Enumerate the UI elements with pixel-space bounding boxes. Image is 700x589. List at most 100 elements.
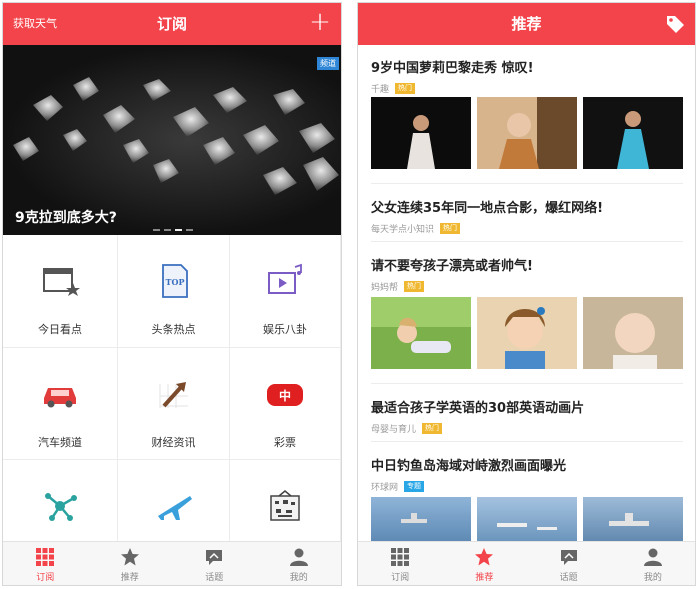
tag-icon[interactable] <box>665 14 685 34</box>
article-thumbnails[interactable] <box>371 297 683 369</box>
top-bar: 获取天气 订阅 + <box>3 3 341 45</box>
article-title[interactable]: 9岁中国萝莉巴黎走秀 惊叹! <box>371 57 683 76</box>
trend-arrow-icon <box>159 382 188 408</box>
article-card[interactable]: 请不要夸孩子漂亮或者帅气! 妈妈帮 热门 <box>371 255 683 293</box>
user-icon <box>289 548 308 566</box>
article-meta: 每天学点小知识 热门 <box>371 222 683 235</box>
article-title[interactable]: 请不要夸孩子漂亮或者帅气! <box>371 255 683 274</box>
thumbnail-image[interactable] <box>477 497 577 543</box>
chat-icon <box>206 550 223 565</box>
subscribe-screen: 获取天气 订阅 + 频道 9克拉到底多大? 今日看点 TOP 头条热点 娱乐八卦… <box>2 2 342 586</box>
article-meta: 妈妈帮 热门 <box>371 280 683 293</box>
channel-entertainment[interactable]: 娱乐八卦 <box>230 235 341 348</box>
tab-topics[interactable]: 话题 <box>527 542 611 585</box>
plus-icon[interactable]: + <box>307 7 333 37</box>
tab-recommend[interactable]: 推荐 <box>442 542 526 585</box>
banner-carousel[interactable]: 频道 9克拉到底多大? <box>3 45 341 235</box>
article-thumbnails[interactable] <box>371 497 683 543</box>
article-source: 妈妈帮 <box>371 282 399 293</box>
channel-label: 彩票 <box>274 436 296 449</box>
car-icon <box>44 388 76 408</box>
article-meta: 母婴与育儿 热门 <box>371 422 683 435</box>
page-title: 推荐 <box>511 15 542 33</box>
bottom-tab-bar: 订阅 推荐 话题 我的 <box>358 541 695 585</box>
grid-icon <box>36 548 55 566</box>
thumbnail-image[interactable] <box>371 97 471 169</box>
channel-auto[interactable]: 汽车频道 <box>3 348 118 460</box>
article-source: 母婴与育儿 <box>371 424 417 435</box>
article-source: 千趣 <box>371 84 390 95</box>
calendar-star-icon <box>43 268 80 296</box>
article-card[interactable]: 9岁中国萝莉巴黎走秀 惊叹! 千趣 热门 <box>371 57 683 95</box>
divider <box>371 183 683 184</box>
grid-icon <box>391 548 410 566</box>
article-title[interactable]: 中日钓鱼岛海域对峙激烈画面曝光 <box>371 455 683 474</box>
tab-profile[interactable]: 我的 <box>611 542 695 585</box>
thumbnail-image[interactable] <box>371 297 471 369</box>
channel-travel[interactable] <box>118 460 230 545</box>
hot-badge: 热门 <box>422 422 443 434</box>
channel-label: 娱乐八卦 <box>263 323 307 336</box>
article-card[interactable]: 最适合孩子学英语的30部英语动画片 母婴与育儿 热门 <box>371 397 683 435</box>
article-title[interactable]: 最适合孩子学英语的30部英语动画片 <box>371 397 683 416</box>
channel-label: 今日看点 <box>38 323 82 336</box>
tab-label: 推荐 <box>120 573 139 583</box>
channel-today[interactable]: 今日看点 <box>3 235 118 348</box>
article-thumbnails[interactable] <box>371 97 683 169</box>
carousel-dots <box>153 229 193 231</box>
video-music-icon <box>268 263 302 294</box>
thumbnail-image[interactable] <box>477 297 577 369</box>
thumbnail-image[interactable] <box>583 297 683 369</box>
channel-label: 财经资讯 <box>151 436 196 449</box>
bottom-tab-bar: 订阅 推荐 话题 我的 <box>3 541 341 585</box>
topic-badge: 专题 <box>404 480 425 492</box>
banner-caption[interactable]: 9克拉到底多大? <box>15 207 117 227</box>
divider <box>371 241 683 242</box>
page-title: 订阅 <box>156 15 187 33</box>
tab-subscribe[interactable]: 订阅 <box>358 542 442 585</box>
tab-subscribe[interactable]: 订阅 <box>3 542 88 585</box>
carousel-dot <box>153 229 160 231</box>
gift-box-icon <box>270 490 300 521</box>
tab-label: 话题 <box>205 573 224 583</box>
article-source: 每天学点小知识 <box>371 224 435 235</box>
carousel-dot <box>186 229 193 231</box>
article-card[interactable]: 父女连续35年同一地点合影，爆红网络! 每天学点小知识 热门 <box>371 197 683 235</box>
article-source: 环球网 <box>371 482 399 493</box>
hot-badge: 热门 <box>395 82 416 94</box>
channel-finance[interactable]: 财经资讯 <box>118 348 230 460</box>
thumbnail-image[interactable] <box>583 497 683 543</box>
article-card[interactable]: 中日钓鱼岛海域对峙激烈画面曝光 环球网 专题 <box>371 455 683 493</box>
lottery-icon: 中 <box>267 384 303 406</box>
tab-label: 我的 <box>643 573 662 583</box>
tab-label: 订阅 <box>391 573 410 583</box>
tab-label: 订阅 <box>36 573 55 583</box>
carousel-dot <box>164 229 171 231</box>
article-meta: 千趣 热门 <box>371 82 683 95</box>
channel-label: 头条热点 <box>151 323 196 336</box>
tab-label: 话题 <box>559 573 578 583</box>
channel-headlines[interactable]: TOP 头条热点 <box>118 235 230 348</box>
user-icon <box>643 548 662 566</box>
tab-topics[interactable]: 话题 <box>172 542 257 585</box>
channel-shopping[interactable] <box>230 460 341 545</box>
tab-profile[interactable]: 我的 <box>257 542 342 585</box>
carousel-dot-active <box>175 229 182 231</box>
airplane-icon <box>157 496 192 520</box>
tab-label: 我的 <box>289 573 308 583</box>
article-title[interactable]: 父女连续35年同一地点合影，爆红网络! <box>371 197 683 216</box>
thumbnail-image[interactable] <box>583 97 683 169</box>
tab-recommend[interactable]: 推荐 <box>88 542 173 585</box>
thumbnail-image[interactable] <box>477 97 577 169</box>
channel-grid: 今日看点 TOP 头条热点 娱乐八卦 汽车频道 财经资讯 中 彩票 <box>3 235 341 545</box>
hot-badge: 热门 <box>440 222 461 234</box>
chat-icon <box>560 550 577 565</box>
channel-science[interactable] <box>3 460 118 545</box>
thumbnail-image[interactable] <box>371 497 471 543</box>
channel-lottery[interactable]: 中 彩票 <box>230 348 341 460</box>
star-icon <box>120 548 139 566</box>
svg-text:TOP: TOP <box>165 277 184 287</box>
tab-label: 推荐 <box>475 573 494 583</box>
divider <box>371 383 683 384</box>
channel-badge: 频道 <box>317 57 339 70</box>
